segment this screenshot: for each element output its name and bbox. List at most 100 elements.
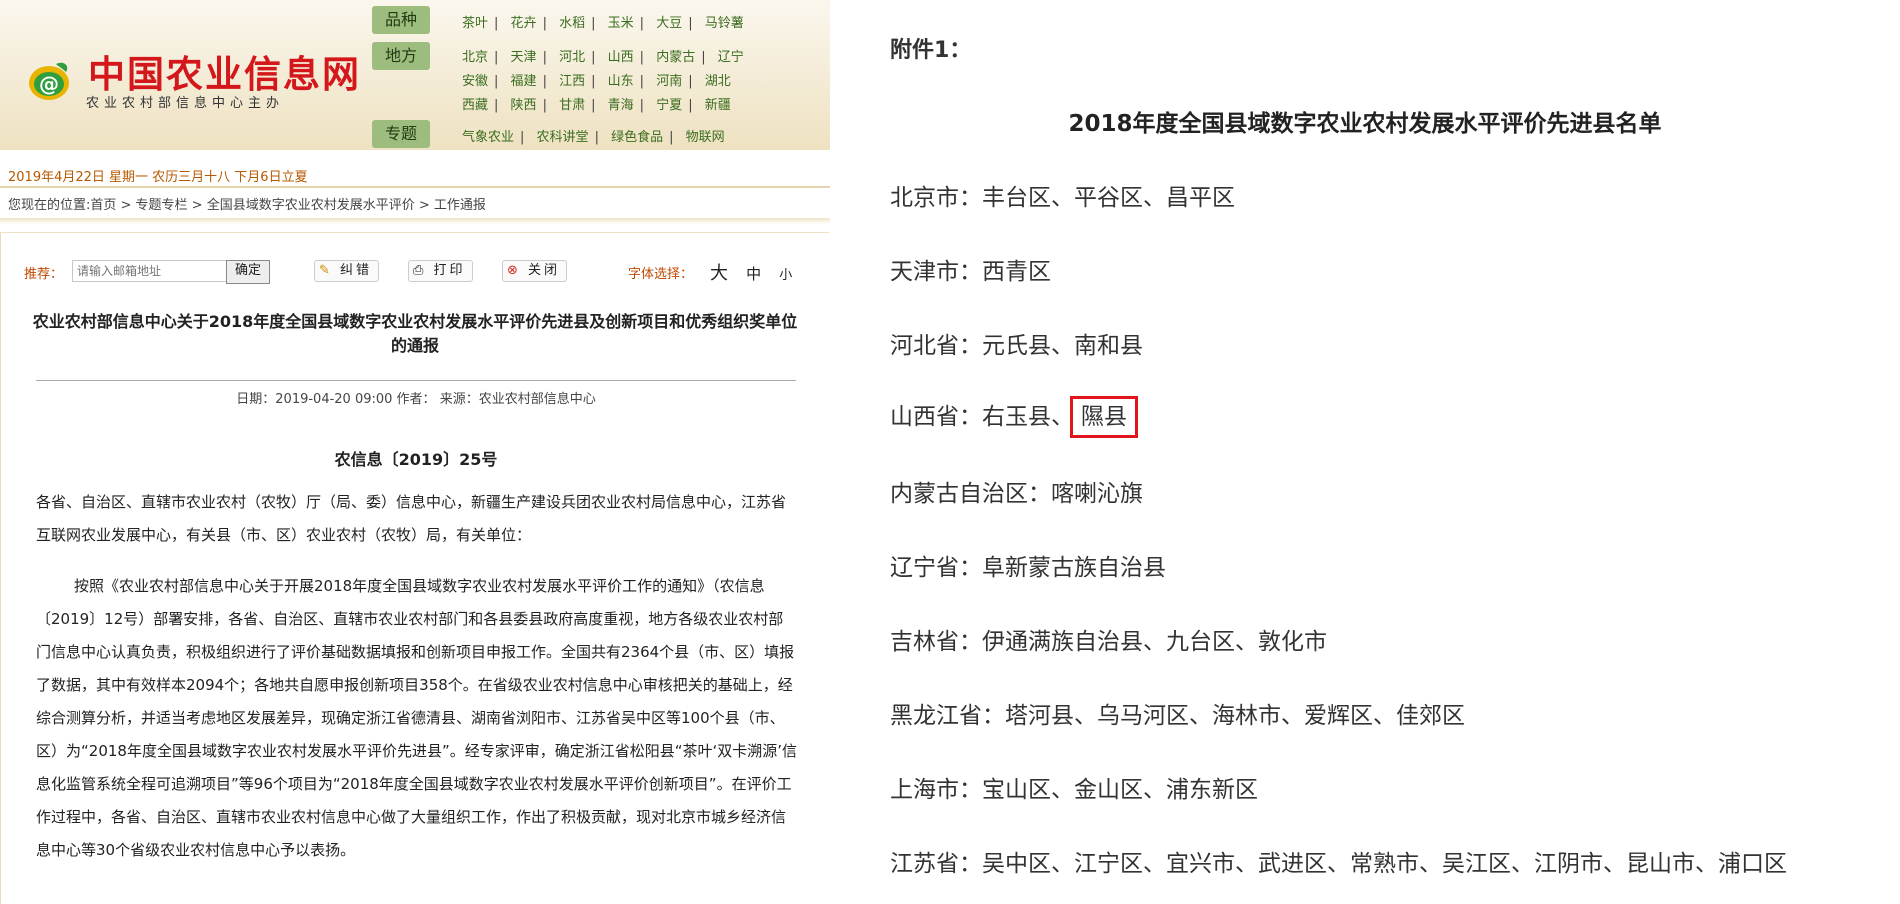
list-item: 江苏省：吴中区、江宁区、宜兴市、武进区、常熟市、吴江区、江阴市、昆山市、浦口区	[890, 844, 1787, 878]
attachment-label: 附件1：	[890, 38, 972, 63]
province-name: 北京市：	[890, 185, 982, 211]
nav-link[interactable]: 青海	[608, 94, 634, 113]
county-names: 右玉县、	[982, 404, 1074, 430]
nav-link[interactable]: 玉米	[608, 12, 634, 31]
nav-link[interactable]: 甘肃	[559, 94, 585, 113]
logo-icon[interactable]: @	[26, 58, 72, 104]
recommend-label: 推荐：	[24, 267, 64, 282]
county-names: 西青区	[982, 259, 1051, 285]
divider	[36, 380, 796, 381]
nav-link[interactable]: 新疆	[705, 94, 731, 113]
nav-link[interactable]: 绿色食品	[611, 126, 663, 145]
close-button[interactable]: ⊗ 关闭	[502, 260, 568, 282]
province-name: 江苏省：	[890, 851, 982, 877]
print-button[interactable]: ⎙ 打印	[408, 260, 473, 282]
font-small-option[interactable]: 小	[779, 264, 792, 283]
nav-link[interactable]: 宁夏	[656, 94, 682, 113]
nav-link[interactable]: 农科讲堂	[537, 126, 589, 145]
article-title: 农业农村部信息中心关于2018年度全国县域数字农业农村发展水平评价先进县及创新项…	[32, 312, 798, 355]
list-item: 上海市：宝山区、金山区、浦东新区	[890, 770, 1258, 804]
nav-link[interactable]: 大豆	[656, 12, 682, 31]
nav-link[interactable]: 山东	[608, 70, 634, 89]
nav-link[interactable]: 气象农业	[462, 126, 514, 145]
pencil-icon: ✎	[319, 263, 333, 278]
document-number: 农信息〔2019〕25号	[334, 450, 498, 469]
county-names: 丰台区、平谷区、昌平区	[982, 185, 1235, 211]
font-medium-option[interactable]: 中	[746, 263, 761, 284]
close-icon: ⊗	[507, 263, 521, 278]
nav-link[interactable]: 安徽	[462, 70, 488, 89]
list-item: 河北省：元氏县、南和县	[890, 326, 1143, 360]
confirm-button[interactable]: 确定	[226, 260, 270, 284]
article-paragraph: 按照《农业农村部信息中心关于开展2018年度全国县域数字农业农村发展水平评价工作…	[36, 577, 798, 859]
website-panel: @ 中国农业信息网 农业农村部信息中心主办 品种 地方 专题 茶叶 | 花卉 | 水…	[0, 0, 830, 904]
list-item: 天津市：西青区	[890, 252, 1051, 286]
nav-link[interactable]: 福建	[511, 70, 537, 89]
nav-link[interactable]: 内蒙古	[656, 46, 695, 65]
nav-link[interactable]: 江西	[559, 70, 585, 89]
county-names: 塔河县、乌马河区、海林市、爱辉区、佳郊区	[1005, 703, 1465, 729]
nav-link[interactable]: 物联网	[686, 126, 725, 145]
nav-tag-topics[interactable]: 专题	[372, 120, 430, 148]
county-names: 宝山区、金山区、浦东新区	[982, 777, 1258, 803]
province-name: 内蒙古自治区：	[890, 481, 1051, 507]
nav-link[interactable]: 水稻	[559, 12, 585, 31]
county-names: 伊通满族自治县、九台区、敦化市	[982, 629, 1327, 655]
attachment-title: 2018年度全国县域数字农业农村发展水平评价先进县名单	[1068, 111, 1662, 137]
article-meta: 日期：2019-04-20 09:00 作者： 来源：农业农村部信息中心	[236, 392, 596, 407]
county-names: 元氏县、南和县	[982, 333, 1143, 359]
nav-row-regions-3: 西藏 | 陕西 | 甘肃 | 青海 | 宁夏 | 新疆	[462, 94, 737, 113]
county-names: 喀喇沁旗	[1051, 481, 1143, 507]
correct-label: 纠错	[340, 263, 373, 278]
county-names: 吴中区、江宁区、宜兴市、武进区、常熟市、吴江区、江阴市、昆山市、浦口区	[982, 851, 1787, 877]
nav-row-topics: 气象农业 | 农科讲堂 | 绿色食品 | 物联网	[462, 126, 731, 145]
list-item: 北京市：丰台区、平谷区、昌平区	[890, 178, 1235, 212]
nav-tag-varieties[interactable]: 品种	[372, 6, 430, 34]
nav-link[interactable]: 北京	[462, 46, 488, 65]
nav-link[interactable]: 茶叶	[462, 12, 488, 31]
nav-link[interactable]: 湖北	[705, 70, 731, 89]
province-name: 山西省：	[890, 404, 982, 430]
nav-link[interactable]: 山西	[608, 46, 634, 65]
nav-row-regions-1: 北京 | 天津 | 河北 | 山西 | 内蒙古 | 辽宁	[462, 46, 750, 65]
nav-row-varieties: 茶叶 | 花卉 | 水稻 | 玉米 | 大豆 | 马铃薯	[462, 12, 750, 31]
divider	[0, 186, 830, 188]
nav-link[interactable]: 陕西	[511, 94, 537, 113]
list-item: 山西省：右玉县、 隰县	[890, 396, 1138, 438]
print-label: 打印	[433, 263, 466, 278]
province-name: 河北省：	[890, 333, 982, 359]
nav-link[interactable]: 河北	[559, 46, 585, 65]
article-toolbar: 推荐： 确定 ✎ 纠错 ⎙ 打印 ⊗ 关闭 字体选择： 大 中 小	[24, 260, 804, 284]
svg-text:@: @	[39, 72, 59, 96]
list-item: 黑龙江省：塔河县、乌马河区、海林市、爱辉区、佳郊区	[890, 696, 1465, 730]
divider	[0, 218, 830, 224]
attachment-panel: 附件1： 2018年度全国县域数字农业农村发展水平评价先进县名单 北京市：丰台区…	[830, 0, 1900, 903]
province-name: 天津市：	[890, 259, 982, 285]
list-item: 内蒙古自治区：喀喇沁旗	[890, 474, 1143, 508]
font-large-option[interactable]: 大	[710, 259, 728, 285]
correct-button[interactable]: ✎ 纠错	[314, 260, 380, 282]
province-name: 黑龙江省：	[890, 703, 1005, 729]
province-name: 吉林省：	[890, 629, 982, 655]
font-size-label: 字体选择：	[628, 267, 694, 282]
nav-link[interactable]: 花卉	[511, 12, 537, 31]
font-size-options: 大 中 小	[710, 259, 806, 285]
dateline: 2019年4月22日 星期一 农历三月十八 下月6日立夏	[8, 170, 308, 185]
nav-link[interactable]: 马铃薯	[705, 12, 744, 31]
email-field[interactable]	[72, 260, 227, 282]
province-name: 辽宁省：	[890, 555, 982, 581]
county-names: 阜新蒙古族自治县	[982, 555, 1166, 581]
nav-row-regions-2: 安徽 | 福建 | 江西 | 山东 | 河南 | 湖北	[462, 70, 737, 89]
nav-link[interactable]: 西藏	[462, 94, 488, 113]
nav-tag-regions[interactable]: 地方	[372, 42, 430, 70]
nav-link[interactable]: 天津	[511, 46, 537, 65]
site-name[interactable]: 中国农业信息网	[88, 44, 361, 98]
nav-link[interactable]: 辽宁	[718, 46, 744, 65]
printer-icon: ⎙	[413, 263, 427, 278]
list-item: 吉林省：伊通满族自治县、九台区、敦化市	[890, 622, 1327, 656]
breadcrumb[interactable]: 您现在的位置:首页 > 专题专栏 > 全国县域数字农业农村发展水平评价 > 工作…	[8, 194, 486, 213]
close-label: 关闭	[528, 263, 561, 278]
nav-link[interactable]: 河南	[656, 70, 682, 89]
highlighted-county: 隰县	[1070, 396, 1138, 438]
article-paragraph: 各省、自治区、直辖市农业农村（农牧）厅（局、委）信息中心，新疆生产建设兵团农业农…	[36, 493, 787, 544]
